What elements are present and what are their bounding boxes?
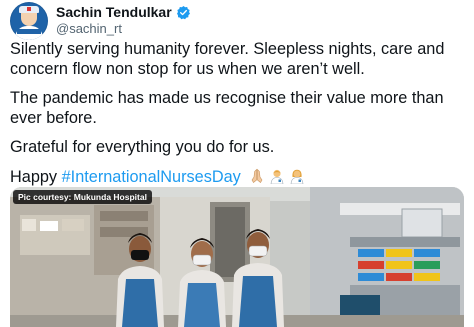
author-name-row: Sachin Tendulkar xyxy=(56,4,191,20)
folded-hands-icon xyxy=(249,168,265,184)
tweet-text: Silently serving humanity forever. Sleep… xyxy=(10,40,468,197)
tweet-paragraph-1: Silently serving humanity forever. Sleep… xyxy=(10,40,445,78)
author-handle[interactable]: @sachin_rt xyxy=(56,21,122,36)
emoji-group xyxy=(249,168,305,184)
tweet-paragraph-3: Grateful for everything you do for us. xyxy=(10,138,275,156)
tweet-media-photo[interactable]: Pic courtesy: Mukunda Hospital xyxy=(10,187,464,327)
author-display-name[interactable]: Sachin Tendulkar xyxy=(56,4,172,20)
tweet-paragraph-2: The pandemic has made us recognise their… xyxy=(10,89,444,127)
hashtag-link[interactable]: #InternationalNursesDay xyxy=(62,168,241,186)
closing-prefix: Happy xyxy=(10,167,58,186)
tweet-card: Sachin Tendulkar @sachin_rt Silently ser… xyxy=(0,0,474,327)
health-worker-man-icon xyxy=(269,168,285,184)
verified-badge-icon xyxy=(176,5,191,20)
photo-courtesy-label: Pic courtesy: Mukunda Hospital xyxy=(13,190,152,204)
nurses-photo xyxy=(10,187,464,327)
tweet-closing-line: Happy #InternationalNursesDay xyxy=(10,168,468,188)
avatar[interactable] xyxy=(10,2,48,40)
health-worker-woman-icon xyxy=(289,168,305,184)
